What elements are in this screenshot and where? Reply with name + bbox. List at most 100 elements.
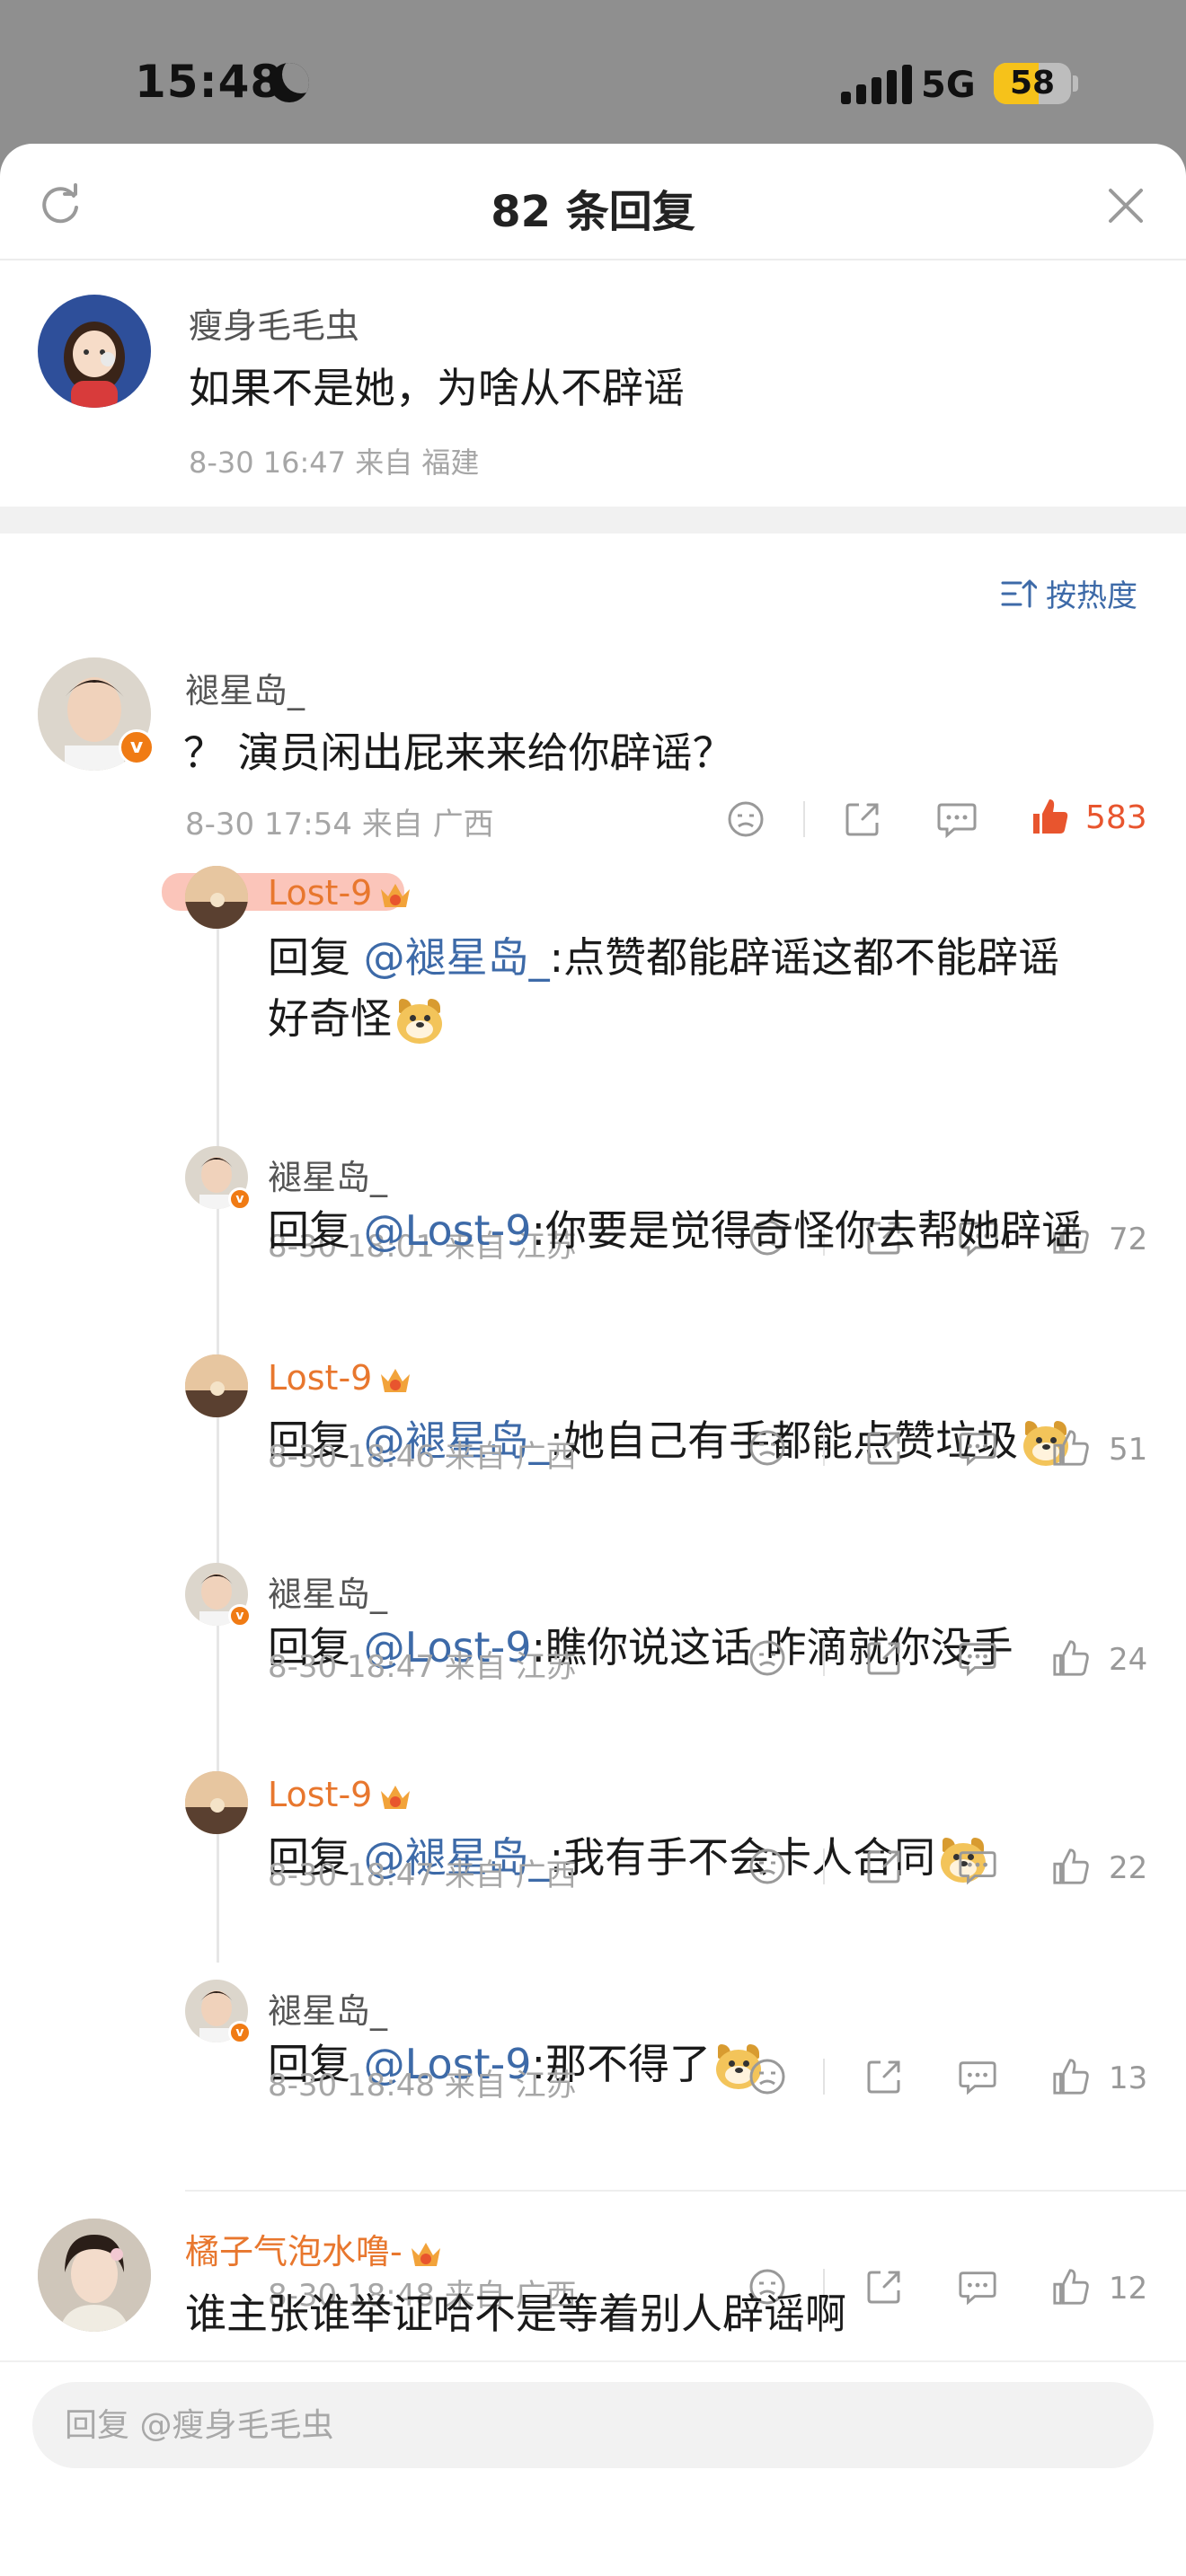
replies-sheet: 82 条回复 瘦身毛毛虫 如果不是她，为啥从不辟谣 8-30 16:47 来自 …: [0, 144, 1186, 2576]
avatar[interactable]: [185, 1771, 248, 1834]
sheet-title: 82 条回复: [491, 187, 695, 237]
network-label: 5G: [921, 65, 976, 106]
share-icon[interactable]: [864, 1428, 904, 1468]
like-count: 51: [1109, 1432, 1148, 1468]
verified-badge: v: [228, 2021, 252, 2044]
share-icon[interactable]: [864, 1847, 904, 1886]
sheet-header: 82 条回复: [0, 144, 1186, 260]
dislike-icon[interactable]: [748, 1847, 787, 1886]
comment-author[interactable]: 橘子气泡水噜-: [185, 2224, 444, 2273]
status-bar: 15:48 5G 58: [0, 0, 1186, 144]
reply-author[interactable]: 褪星岛_: [268, 1150, 387, 1199]
comment-icon[interactable]: [958, 1847, 997, 1886]
share-icon[interactable]: [864, 2267, 904, 2307]
comment-author[interactable]: 褪星岛_: [185, 663, 305, 712]
action-separator: [803, 801, 805, 837]
battery-cap: [1073, 75, 1078, 92]
avatar[interactable]: [38, 295, 151, 408]
reply-input[interactable]: [65, 2382, 1125, 2468]
reply-meta: 8-30 18:47 来自 江苏: [268, 1649, 577, 1685]
reply-author[interactable]: Lost-9: [268, 873, 413, 913]
sort-label: 按热度: [1046, 578, 1137, 614]
section-divider: [0, 507, 1186, 534]
comment-text: ？ 演员闲出屁来来给你辟谣？: [183, 728, 734, 777]
avatar[interactable]: [38, 2219, 151, 2332]
reply-meta: 8-30 18:47 来自 广西: [268, 1857, 577, 1893]
reply-author[interactable]: Lost-9: [268, 1358, 413, 1398]
comment-icon[interactable]: [958, 1428, 997, 1468]
mention-link[interactable]: @Lost-9: [364, 1206, 532, 1255]
like-count: 583: [1085, 799, 1147, 836]
comment-author[interactable]: 瘦身毛毛虫: [189, 298, 359, 348]
verified-badge: v: [228, 1187, 252, 1211]
list-divider: [185, 2190, 1186, 2192]
comment-actions: 583: [0, 144, 1186, 839]
like-icon[interactable]: [1051, 2057, 1091, 2096]
like-icon[interactable]: [1051, 1428, 1091, 1468]
crown-icon: [381, 1785, 411, 1809]
verified-badge: v: [119, 729, 155, 765]
like-count: 24: [1109, 1642, 1148, 1678]
like-count: 72: [1109, 1222, 1148, 1257]
comment-meta: 8-30 17:54 来自 广西: [185, 807, 494, 842]
reply-divider: [0, 2360, 1186, 2362]
comment-meta: 8-30 16:47 来自 福建: [189, 446, 480, 480]
reply-prefix: 回复: [268, 933, 364, 982]
like-icon[interactable]: [1051, 2267, 1091, 2307]
comment-icon[interactable]: [936, 799, 978, 839]
comment-icon[interactable]: [958, 2057, 997, 2096]
comment-text: 如果不是她，为啥从不辟谣: [189, 364, 685, 412]
doge-emoji-icon: [395, 998, 446, 1045]
avatar[interactable]: [185, 1354, 248, 1417]
reply-author[interactable]: Lost-9: [268, 1775, 413, 1814]
comment-text: 谁主张谁举证哈不是等着别人辟谣啊: [185, 2289, 846, 2338]
dislike-icon[interactable]: [748, 2057, 787, 2096]
mention-link[interactable]: @褪星岛_: [364, 933, 550, 982]
reply-input-bar[interactable]: [32, 2382, 1154, 2468]
reply-author[interactable]: 褪星岛_: [268, 1983, 387, 2033]
avatar[interactable]: [185, 866, 248, 929]
share-icon[interactable]: [864, 2057, 904, 2096]
reply-meta: 8-30 18:48 来自 江苏: [268, 2068, 577, 2104]
reply-text: 回复 @Lost-9:你要是觉得奇怪你去帮她辟谣: [268, 1200, 1083, 1261]
battery-level: 58: [1009, 65, 1056, 101]
reply-author-name: Lost-9: [268, 873, 373, 913]
comment-author-name: 橘子气泡水噜-: [185, 2232, 403, 2272]
dislike-icon[interactable]: [726, 799, 766, 839]
reply-text-line: :你要是觉得奇怪你去帮她辟谣: [531, 1206, 1083, 1255]
verified-badge: v: [228, 1604, 252, 1628]
dislike-icon[interactable]: [748, 1638, 787, 1678]
like-count: 22: [1109, 1850, 1148, 1886]
like-count: 12: [1109, 2271, 1148, 2307]
close-icon[interactable]: [1103, 183, 1148, 228]
battery-icon: 58: [994, 63, 1071, 104]
like-icon[interactable]: [1051, 1638, 1091, 1678]
like-icon[interactable]: [1051, 1847, 1091, 1886]
reply-text-line: 好奇怪: [268, 994, 392, 1043]
action-separator: [823, 1848, 825, 1884]
dislike-icon[interactable]: [748, 1428, 787, 1468]
crown-icon: [381, 883, 411, 907]
moon-icon: [270, 63, 309, 102]
sort-button[interactable]: 按热度: [1001, 571, 1137, 615]
action-separator: [823, 1640, 825, 1676]
share-icon[interactable]: [843, 799, 882, 839]
comment-icon[interactable]: [958, 2267, 997, 2307]
reply-text-line: :点赞都能辟谣这都不能辟谣: [549, 933, 1060, 982]
sort-icon: [1001, 579, 1037, 607]
crown-icon: [381, 1368, 411, 1392]
status-time: 15:48: [135, 56, 283, 108]
like-icon[interactable]: [1030, 796, 1071, 837]
reply-author[interactable]: 褪星岛_: [268, 1566, 387, 1616]
comment-icon[interactable]: [958, 1638, 997, 1678]
share-icon[interactable]: [864, 1638, 904, 1678]
reply-author-name: Lost-9: [268, 1775, 373, 1814]
reply-text: 回复 @褪星岛_:点赞都能辟谣这都不能辟谣 好奇怪: [268, 927, 1059, 1049]
signal-icon: [841, 65, 912, 104]
reply-meta: 8-30 18:46 来自 广西: [268, 1439, 577, 1475]
like-count: 13: [1109, 2060, 1148, 2096]
reply-author-name: Lost-9: [268, 1358, 373, 1398]
crown-icon: [411, 2242, 440, 2266]
reply-prefix: 回复: [268, 1206, 364, 1255]
action-separator: [823, 2059, 825, 2095]
